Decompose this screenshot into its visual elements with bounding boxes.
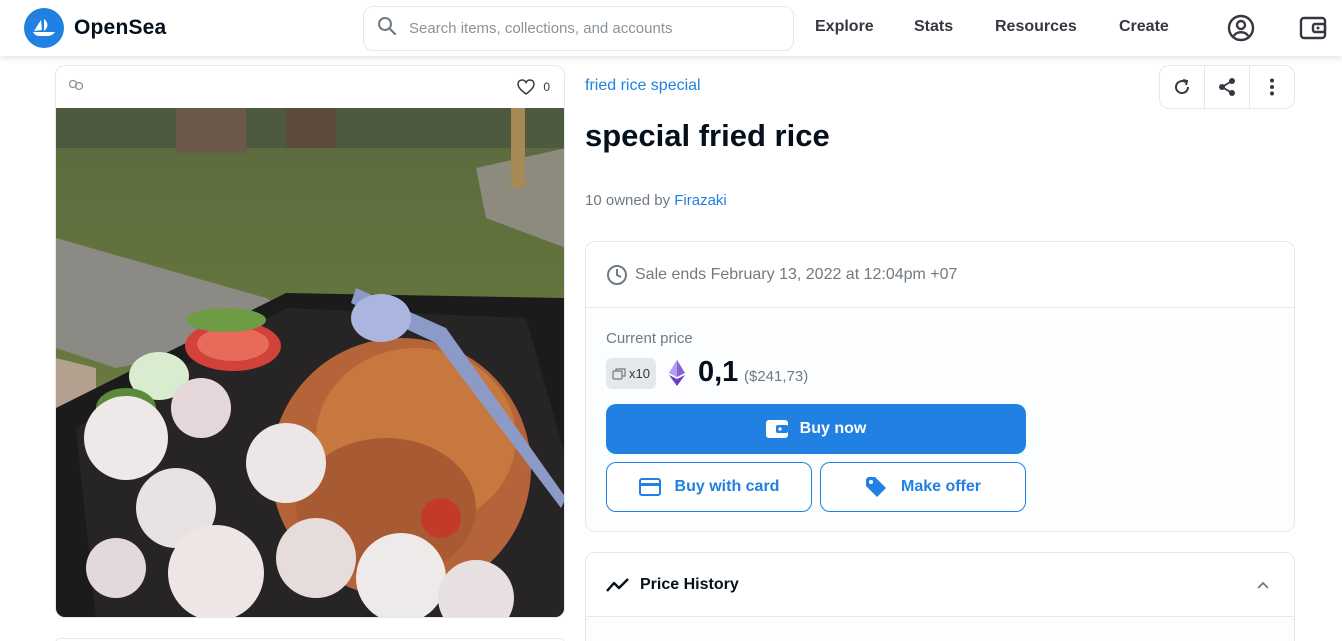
nav-create[interactable]: Create — [1119, 18, 1169, 36]
make-offer-label: Make offer — [900, 478, 982, 495]
wallet-icon[interactable] — [1299, 14, 1327, 42]
clock-icon — [607, 264, 627, 285]
ethereum-icon — [669, 360, 685, 386]
nav-resources[interactable]: Resources — [995, 18, 1077, 36]
chain-link-icon[interactable] — [68, 78, 84, 96]
copies-icon — [612, 367, 626, 380]
nav-stats[interactable]: Stats — [914, 18, 953, 36]
share-button[interactable] — [1205, 66, 1250, 108]
brand-name: OpenSea — [74, 16, 167, 39]
price-history-title-group: Price History — [606, 576, 739, 594]
tag-icon — [865, 477, 886, 497]
wallet-icon — [765, 420, 788, 438]
refresh-button[interactable] — [1160, 66, 1205, 108]
favorite-count: 0 — [543, 80, 550, 94]
buy-with-card-label: Buy with card — [674, 478, 780, 495]
top-nav-bar: OpenSea Explore Stats Resources Create — [0, 0, 1342, 56]
search-input[interactable] — [409, 20, 769, 37]
price-section: Current price x10 0,1 ($241,73) Buy now … — [586, 308, 1294, 531]
sale-end-text: Sale ends February 13, 2022 at 12:04pm +… — [635, 265, 958, 283]
account-icon[interactable] — [1227, 14, 1255, 42]
search-bar[interactable] — [363, 6, 794, 51]
price-history-header[interactable]: Price History — [586, 553, 1294, 617]
price-amount: 0,1 — [698, 356, 739, 388]
favorite-button[interactable]: 0 — [517, 79, 550, 95]
price-history-title: Price History — [640, 575, 739, 593]
share-icon — [1219, 78, 1235, 96]
more-options-button[interactable] — [1250, 66, 1294, 108]
price-history-body — [586, 618, 1294, 641]
current-price-label: Current price — [606, 330, 693, 347]
item-actions — [1159, 65, 1295, 109]
trend-line-icon — [606, 577, 629, 592]
quantity-badge: x10 — [606, 358, 656, 389]
price-usd: ($241,73) — [744, 368, 809, 385]
buy-now-button[interactable]: Buy now — [606, 404, 1026, 454]
make-offer-button[interactable]: Make offer — [820, 462, 1026, 512]
chevron-up-icon[interactable] — [1256, 580, 1270, 590]
refresh-icon — [1175, 79, 1190, 95]
sale-end-header: Sale ends February 13, 2022 at 12:04pm +… — [586, 242, 1294, 308]
sale-panel: Sale ends February 13, 2022 at 12:04pm +… — [585, 241, 1295, 532]
heart-icon — [517, 79, 536, 95]
buy-with-card-button[interactable]: Buy with card — [606, 462, 812, 512]
owner-link[interactable]: Firazaki — [674, 192, 727, 209]
item-title: special fried rice — [585, 118, 830, 153]
buy-now-label: Buy now — [799, 420, 867, 437]
nav-explore[interactable]: Explore — [815, 18, 874, 36]
owned-count-text: 10 owned by — [585, 192, 675, 209]
nft-image-card: 0 — [55, 65, 565, 618]
price-history-panel: Price History — [585, 552, 1295, 641]
image-card-toolbar: 0 — [56, 66, 564, 108]
collection-link[interactable]: fried rice special — [585, 77, 701, 95]
opensea-logo-icon — [24, 8, 64, 48]
nft-photo[interactable] — [56, 108, 565, 618]
more-vertical-icon — [1270, 78, 1274, 96]
credit-card-icon — [638, 478, 661, 496]
opensea-logo[interactable]: OpenSea — [24, 8, 166, 48]
ownership-info: 10 owned by Firazaki — [585, 192, 727, 209]
quantity-text: x10 — [629, 366, 650, 381]
search-icon — [377, 16, 397, 41]
